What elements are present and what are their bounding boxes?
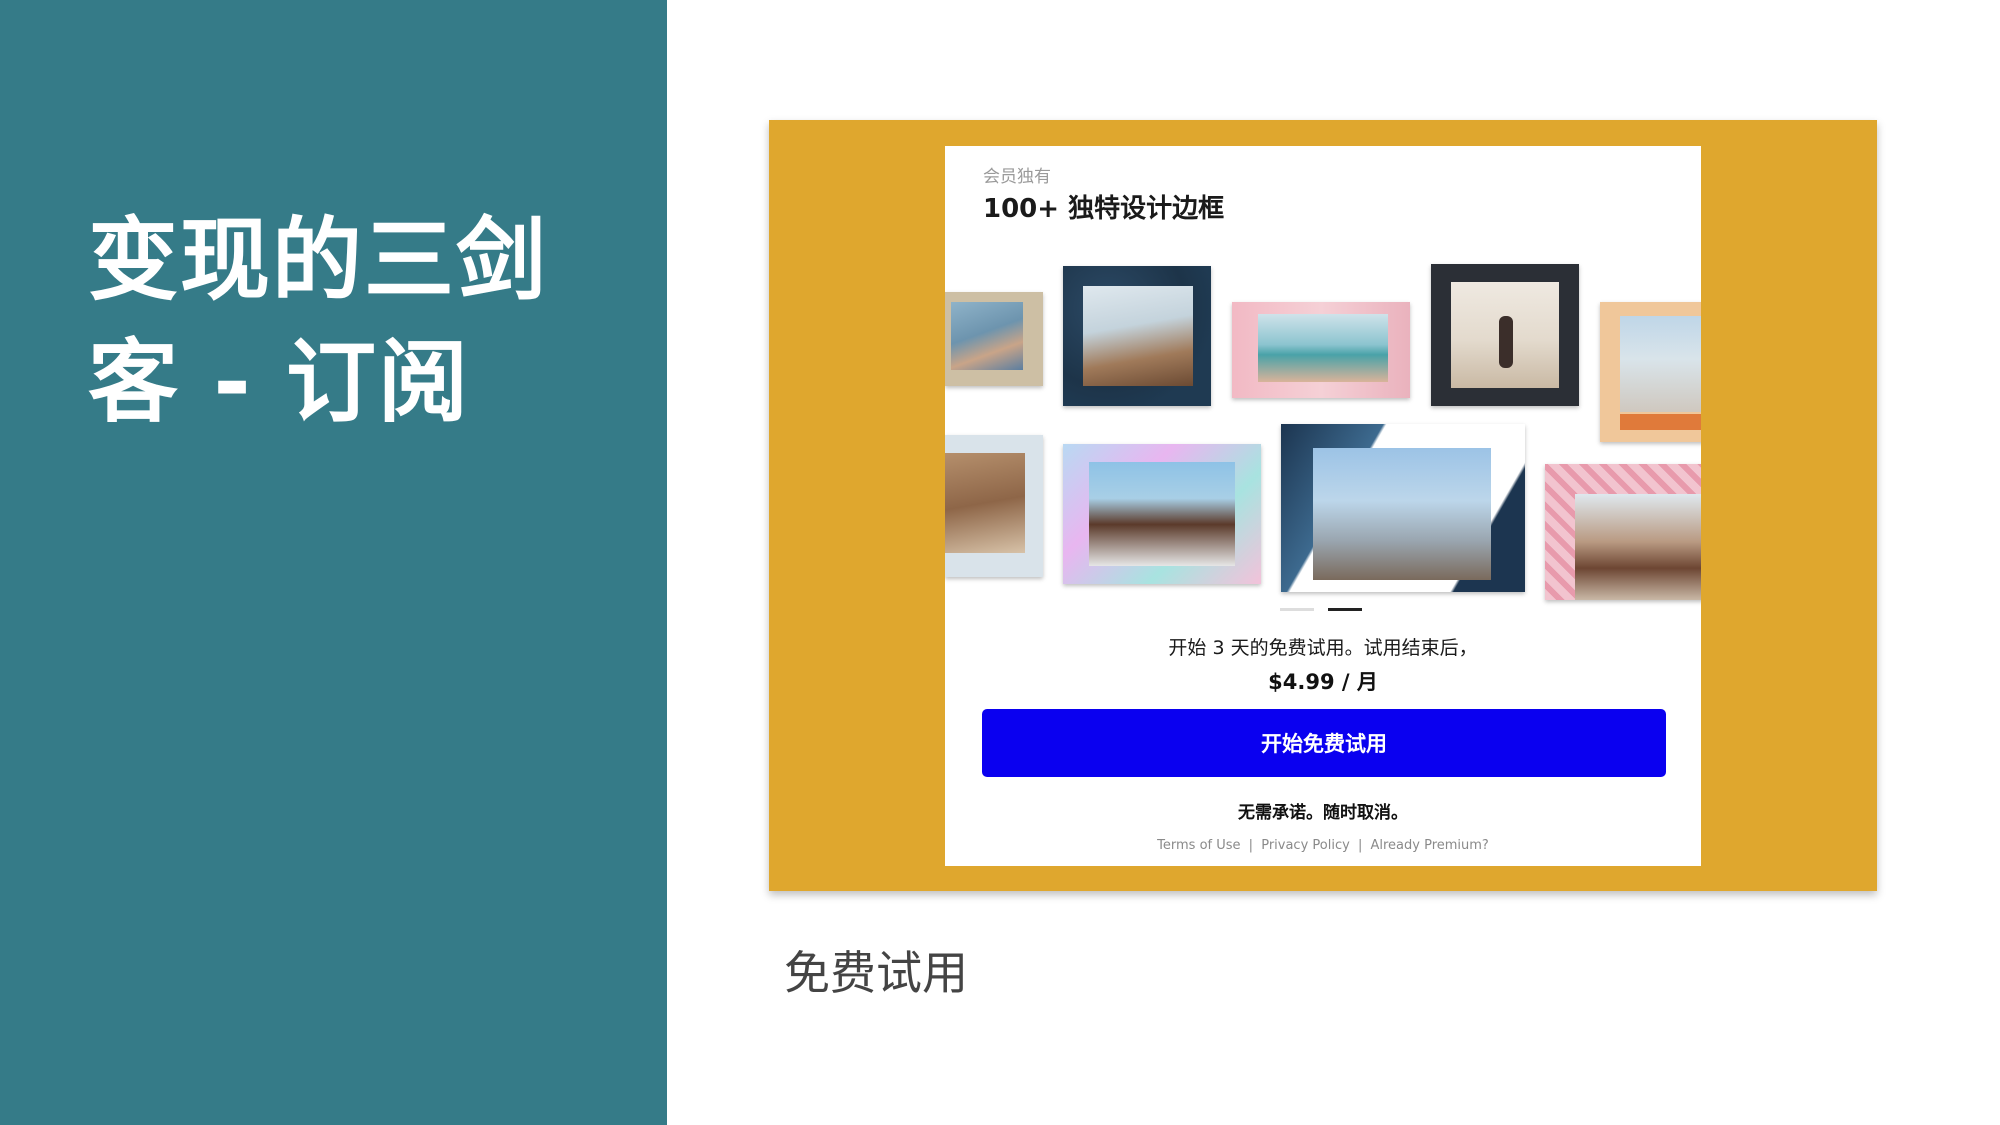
slide-caption: 免费试用 [784, 946, 968, 1000]
frame-preview-5 [1600, 302, 1701, 442]
privacy-policy-link[interactable]: Privacy Policy [1261, 838, 1350, 853]
frame-preview-9 [1545, 464, 1701, 600]
frame-photo [1313, 448, 1491, 580]
frame-accent [1620, 414, 1701, 430]
frame-photo [951, 302, 1023, 370]
frame-preview-8 [1281, 424, 1525, 592]
frame-preview-6 [945, 435, 1043, 577]
carousel-dot-1[interactable] [1280, 608, 1314, 611]
screenshot-frame: 会员独有 100+ 独特设计边框 开始 3 天的免费试用。试用结束后， $4.9… [769, 120, 1877, 891]
frame-photo [1575, 494, 1701, 600]
frame-preview-1 [945, 292, 1043, 386]
members-only-label: 会员独有 [983, 167, 1051, 187]
trial-description: 开始 3 天的免费试用。试用结束后， [1168, 637, 1478, 659]
no-commitment-note: 无需承诺。随时取消。 [1238, 803, 1408, 823]
paywall-headline: 100+ 独特设计边框 [983, 194, 1225, 224]
terms-of-use-link[interactable]: Terms of Use [1157, 838, 1240, 853]
frame-preview-7 [1063, 444, 1261, 584]
frame-photo [945, 453, 1025, 553]
premium-paywall-screen: 会员独有 100+ 独特设计边框 开始 3 天的免费试用。试用结束后， $4.9… [945, 146, 1701, 866]
footer-links: Terms of Use | Privacy Policy | Already … [945, 838, 1701, 853]
frame-photo [1089, 462, 1235, 566]
slide-title-line-2: 客 - 订阅 [88, 330, 471, 435]
frame-collage [945, 264, 1701, 600]
start-free-trial-button[interactable]: 开始免费试用 [982, 709, 1666, 777]
frame-photo [1620, 316, 1701, 412]
frame-preview-3 [1232, 302, 1410, 398]
frame-preview-2 [1063, 266, 1211, 406]
price-label: $4.99 / 月 [1268, 670, 1378, 694]
frame-photo [1083, 286, 1193, 386]
already-premium-link[interactable]: Already Premium? [1370, 838, 1488, 853]
frame-photo [1258, 314, 1388, 382]
person-figure [1499, 316, 1513, 368]
link-separator: | [1357, 838, 1363, 853]
frame-preview-4 [1431, 264, 1579, 406]
slide-title: 变现的三剑 客 - 订阅 [88, 200, 608, 444]
left-panel: 变现的三剑 客 - 订阅 [0, 0, 667, 1125]
carousel-indicator [1280, 608, 1370, 612]
slide-title-line-1: 变现的三剑 [88, 208, 548, 313]
carousel-dot-2-active[interactable] [1328, 608, 1362, 611]
link-separator: | [1248, 838, 1254, 853]
